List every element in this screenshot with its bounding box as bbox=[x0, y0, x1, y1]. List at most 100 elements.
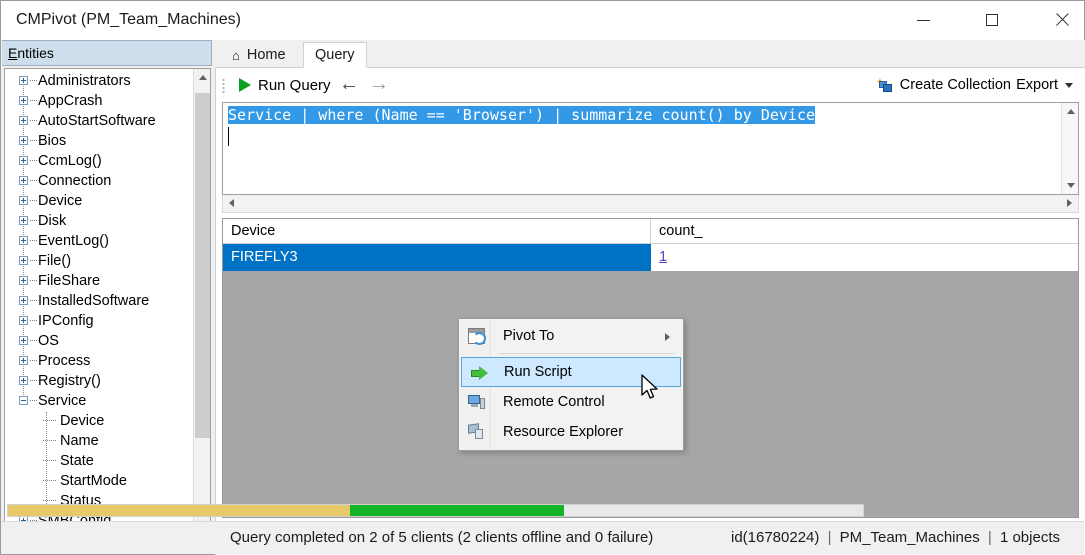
expand-icon[interactable] bbox=[19, 96, 28, 105]
context-menu-item-run-script[interactable]: Run Script bbox=[461, 357, 681, 387]
context-menu-item-pivot-to[interactable]: Pivot To bbox=[459, 321, 683, 351]
expand-icon[interactable] bbox=[19, 196, 28, 205]
close-button[interactable] bbox=[1038, 1, 1084, 39]
run-query-button[interactable]: Run Query bbox=[233, 73, 337, 97]
entities-panel-header: Entities bbox=[2, 40, 212, 66]
progress-segment-complete bbox=[350, 505, 564, 516]
tree-item-label: AutoStartSoftware bbox=[38, 113, 156, 129]
cell-count[interactable]: 1 bbox=[651, 244, 1078, 271]
minimize-button[interactable] bbox=[900, 1, 946, 39]
expand-icon[interactable] bbox=[19, 76, 28, 85]
expand-icon[interactable] bbox=[19, 256, 28, 265]
expand-icon[interactable] bbox=[19, 376, 28, 385]
tree-dash bbox=[43, 500, 56, 502]
context-menu-item-label: Run Script bbox=[504, 364, 572, 380]
tree-item-installedsoftware[interactable]: InstalledSoftware bbox=[5, 291, 193, 311]
tree-item-service-state[interactable]: State bbox=[5, 451, 193, 471]
tree-item-bios[interactable]: Bios bbox=[5, 131, 193, 151]
query-editor[interactable]: Service | where (Name == 'Browser') | su… bbox=[222, 102, 1079, 195]
expand-icon[interactable] bbox=[19, 316, 28, 325]
tree-item-administrators[interactable]: Administrators bbox=[5, 71, 193, 91]
tree-item-process[interactable]: Process bbox=[5, 351, 193, 371]
tree-item-service-startmode[interactable]: StartMode bbox=[5, 471, 193, 491]
tree-dash bbox=[30, 120, 37, 122]
expand-icon[interactable] bbox=[19, 216, 28, 225]
tree-item-ccmlog[interactable]: CcmLog() bbox=[5, 151, 193, 171]
tree-item-label: CcmLog() bbox=[38, 153, 102, 169]
tree-item-autostartsoftware[interactable]: AutoStartSoftware bbox=[5, 111, 193, 131]
query-editor-text: Service | where (Name == 'Browser') | su… bbox=[228, 105, 815, 126]
expand-icon[interactable] bbox=[19, 156, 28, 165]
scroll-down-icon[interactable] bbox=[1062, 177, 1079, 194]
expand-icon[interactable] bbox=[19, 176, 28, 185]
tree-item-service-name[interactable]: Name bbox=[5, 431, 193, 451]
tree-dash bbox=[30, 260, 37, 262]
entities-tree-items: Administrators AppCrash AutoStartSoftwar… bbox=[5, 71, 193, 551]
submenu-arrow-icon bbox=[665, 333, 670, 341]
expand-icon[interactable] bbox=[19, 296, 28, 305]
title-bar: CMPivot (PM_Team_Machines) bbox=[1, 1, 1084, 40]
scroll-up-icon[interactable] bbox=[1062, 103, 1079, 120]
editor-horizontal-scrollbar[interactable] bbox=[222, 195, 1079, 213]
tree-item-file[interactable]: File() bbox=[5, 251, 193, 271]
count-link[interactable]: 1 bbox=[659, 249, 667, 265]
tree-item-label: Bios bbox=[38, 133, 67, 149]
progress-segment-offline bbox=[8, 505, 350, 516]
tree-dash bbox=[43, 440, 56, 442]
table-row[interactable]: FIREFLY3 1 bbox=[223, 244, 1078, 271]
tree-item-eventlog[interactable]: EventLog() bbox=[5, 231, 193, 251]
tree-item-appcrash[interactable]: AppCrash bbox=[5, 91, 193, 111]
expand-icon[interactable] bbox=[19, 236, 28, 245]
tree-item-device[interactable]: Device bbox=[5, 191, 193, 211]
export-button[interactable]: Export bbox=[1016, 74, 1073, 96]
collapse-icon[interactable] bbox=[19, 396, 28, 405]
query-card: Run Query ← → ✦ Create Collection Export bbox=[215, 67, 1085, 555]
entities-panel: Entities Administrators AppCrash AutoSta… bbox=[2, 40, 212, 554]
scroll-up-icon[interactable] bbox=[194, 69, 210, 86]
tree-item-connection[interactable]: Connection bbox=[5, 171, 193, 191]
context-menu-item-remote-control[interactable]: Remote Control bbox=[459, 387, 683, 417]
tree-dash bbox=[30, 320, 37, 322]
create-collection-button[interactable]: ✦ Create Collection bbox=[876, 74, 1011, 96]
create-collection-label: Create Collection bbox=[899, 77, 1011, 93]
maximize-icon bbox=[986, 14, 998, 26]
expand-icon[interactable] bbox=[19, 136, 28, 145]
query-toolbar: Run Query ← → ✦ Create Collection Export bbox=[216, 68, 1085, 102]
tab-query-label: Query bbox=[315, 47, 355, 63]
column-header-count[interactable]: count_ bbox=[651, 219, 1078, 243]
tree-item-fileshare[interactable]: FileShare bbox=[5, 271, 193, 291]
back-button[interactable]: ← bbox=[338, 74, 360, 96]
forward-button[interactable]: → bbox=[368, 74, 390, 96]
editor-vertical-scrollbar[interactable] bbox=[1061, 103, 1078, 194]
maximize-button[interactable] bbox=[969, 1, 1015, 39]
expand-icon[interactable] bbox=[19, 116, 28, 125]
entities-tree[interactable]: Administrators AppCrash AutoStartSoftwar… bbox=[4, 68, 211, 553]
tree-item-registry[interactable]: Registry() bbox=[5, 371, 193, 391]
tab-query[interactable]: Query bbox=[303, 42, 367, 68]
tab-home[interactable]: ⌂ Home bbox=[221, 42, 297, 68]
tree-item-service[interactable]: Service bbox=[5, 391, 193, 411]
scroll-left-icon[interactable] bbox=[223, 195, 240, 211]
expand-icon[interactable] bbox=[19, 336, 28, 345]
scrollbar-thumb[interactable] bbox=[195, 93, 210, 438]
status-separator-2: | bbox=[987, 529, 992, 546]
expand-icon[interactable] bbox=[19, 276, 28, 285]
tree-dash bbox=[30, 140, 37, 142]
tree-dash bbox=[30, 340, 37, 342]
tree-item-ipconfig[interactable]: IPConfig bbox=[5, 311, 193, 331]
expand-icon[interactable] bbox=[19, 356, 28, 365]
minimize-icon bbox=[916, 19, 930, 21]
remote-control-icon bbox=[468, 394, 485, 410]
cell-device[interactable]: FIREFLY3 bbox=[223, 244, 651, 271]
context-menu-item-resource-explorer[interactable]: Resource Explorer bbox=[459, 417, 683, 447]
column-header-device[interactable]: Device bbox=[223, 219, 651, 243]
tree-item-os[interactable]: OS bbox=[5, 331, 193, 351]
scroll-right-icon[interactable] bbox=[1061, 195, 1078, 211]
status-message: Query completed on 2 of 5 clients (2 cli… bbox=[230, 529, 654, 546]
tree-item-service-device[interactable]: Device bbox=[5, 411, 193, 431]
entities-tree-scrollbar[interactable] bbox=[193, 69, 210, 552]
tree-item-label: Registry() bbox=[38, 373, 101, 389]
context-menu[interactable]: Pivot To Run Script Remote Control Resou… bbox=[458, 318, 684, 451]
tree-item-disk[interactable]: Disk bbox=[5, 211, 193, 231]
toolbar-grip[interactable] bbox=[222, 78, 225, 93]
